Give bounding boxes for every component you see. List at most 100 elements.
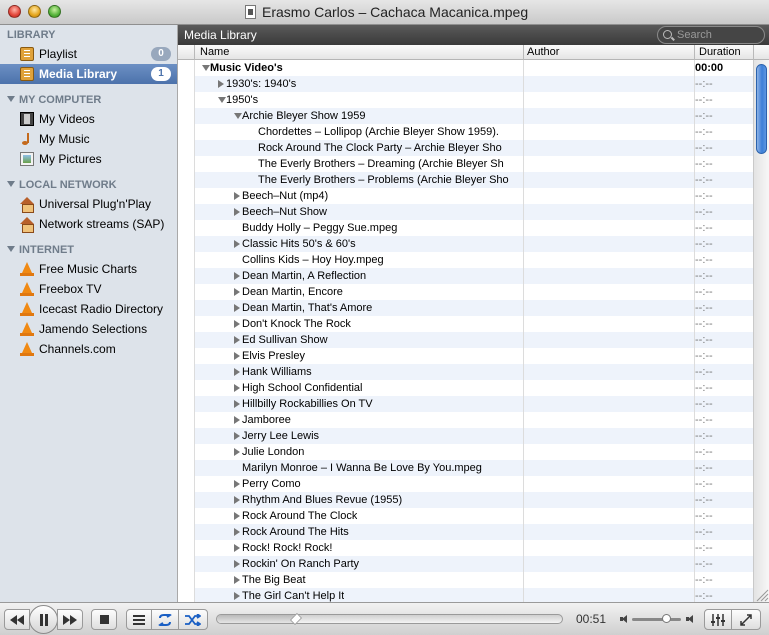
- table-row[interactable]: Chordettes – Lollipop (Archie Bleyer Sho…: [194, 124, 753, 140]
- table-row[interactable]: Perry Como --:--: [194, 476, 753, 492]
- sidebar-item-my-pictures[interactable]: My Pictures: [0, 149, 177, 169]
- disclosure-right-icon[interactable]: [234, 240, 240, 248]
- table-row[interactable]: Rhythm And Blues Revue (1955) --:--: [194, 492, 753, 508]
- table-row[interactable]: Ed Sullivan Show --:--: [194, 332, 753, 348]
- volume-low-icon[interactable]: [620, 615, 628, 623]
- search-input[interactable]: [677, 28, 759, 42]
- repeat-button[interactable]: [151, 609, 179, 630]
- table-row[interactable]: Don't Knock The Rock --:--: [194, 316, 753, 332]
- table-row[interactable]: Dean Martin, Encore --:--: [194, 284, 753, 300]
- shuffle-button[interactable]: [178, 609, 208, 630]
- column-divider[interactable]: [523, 45, 524, 60]
- section-header-my-computer[interactable]: MY COMPUTER: [7, 94, 101, 106]
- volume-slider[interactable]: [632, 614, 681, 623]
- column-header-name[interactable]: Name: [200, 46, 229, 58]
- play-pause-button[interactable]: [29, 605, 58, 634]
- disclosure-down-icon[interactable]: [202, 65, 210, 71]
- table-row[interactable]: The Everly Brothers – Dreaming (Archie B…: [194, 156, 753, 172]
- section-header-internet[interactable]: INTERNET: [7, 244, 74, 256]
- previous-button[interactable]: [4, 609, 30, 630]
- volume-high-icon[interactable]: [686, 614, 698, 624]
- table-row[interactable]: High School Confidential --:--: [194, 380, 753, 396]
- disclosure-right-icon[interactable]: [234, 480, 240, 488]
- disclosure-right-icon[interactable]: [234, 512, 240, 520]
- table-row[interactable]: Rock Around The Clock Party – Archie Ble…: [194, 140, 753, 156]
- table-row[interactable]: Jamboree --:--: [194, 412, 753, 428]
- playlist-toggle-button[interactable]: [126, 609, 152, 630]
- next-button[interactable]: [57, 609, 83, 630]
- close-window-button[interactable]: [8, 5, 21, 18]
- minimize-window-button[interactable]: [28, 5, 41, 18]
- equalizer-button[interactable]: [704, 609, 732, 630]
- table-row[interactable]: The Everly Brothers – Problems (Archie B…: [194, 172, 753, 188]
- disclosure-right-icon[interactable]: [234, 448, 240, 456]
- fullscreen-button[interactable]: [731, 609, 761, 630]
- table-row[interactable]: Rock Around The Hits --:--: [194, 524, 753, 540]
- disclosure-right-icon[interactable]: [234, 320, 240, 328]
- sidebar-item-playlist[interactable]: Playlist 0: [0, 44, 177, 64]
- search-box[interactable]: [657, 26, 765, 44]
- stop-button[interactable]: [91, 609, 117, 630]
- sidebar-item-icecast[interactable]: Icecast Radio Directory: [0, 299, 177, 319]
- disclosure-right-icon[interactable]: [234, 272, 240, 280]
- disclosure-right-icon[interactable]: [234, 192, 240, 200]
- sidebar-item-freebox-tv[interactable]: Freebox TV: [0, 279, 177, 299]
- column-header-author[interactable]: Author: [527, 46, 559, 58]
- table-row[interactable]: Classic Hits 50's & 60's --:--: [194, 236, 753, 252]
- scroll-thumb[interactable]: [756, 64, 767, 154]
- column-header-duration[interactable]: Duration: [699, 46, 741, 58]
- disclosure-right-icon[interactable]: [234, 352, 240, 360]
- table-row[interactable]: Beech–Nut Show --:--: [194, 204, 753, 220]
- table-row[interactable]: The Big Beat --:--: [194, 572, 753, 588]
- table-row[interactable]: Rock Around The Clock --:--: [194, 508, 753, 524]
- disclosure-right-icon[interactable]: [234, 384, 240, 392]
- disclosure-right-icon[interactable]: [234, 576, 240, 584]
- disclosure-right-icon[interactable]: [234, 560, 240, 568]
- table-row[interactable]: The Girl Can't Help It --:--: [194, 588, 753, 602]
- seek-slider[interactable]: [216, 613, 563, 625]
- table-row[interactable]: Collins Kids – Hoy Hoy.mpeg --:--: [194, 252, 753, 268]
- table-row[interactable]: 1930's: 1940's --:--: [194, 76, 753, 92]
- table-row[interactable]: Hank Williams --:--: [194, 364, 753, 380]
- disclosure-right-icon[interactable]: [234, 208, 240, 216]
- disclosure-right-icon[interactable]: [234, 528, 240, 536]
- resize-grip-icon[interactable]: [753, 586, 769, 602]
- disclosure-down-icon[interactable]: [218, 97, 226, 103]
- disclosure-right-icon[interactable]: [234, 368, 240, 376]
- table-row[interactable]: Archie Bleyer Show 1959 --:--: [194, 108, 753, 124]
- table-row[interactable]: Rockin' On Ranch Party --:--: [194, 556, 753, 572]
- disclosure-right-icon[interactable]: [234, 432, 240, 440]
- table-row[interactable]: Dean Martin, A Reflection --:--: [194, 268, 753, 284]
- sidebar-item-network-streams[interactable]: Network streams (SAP): [0, 214, 177, 234]
- sidebar-item-free-music-charts[interactable]: Free Music Charts: [0, 259, 177, 279]
- table-row[interactable]: Hillbilly Rockabillies On TV --:--: [194, 396, 753, 412]
- column-divider[interactable]: [694, 45, 695, 60]
- vertical-scrollbar[interactable]: [753, 60, 769, 602]
- table-row[interactable]: Music Video's 00:00: [194, 60, 753, 76]
- disclosure-right-icon[interactable]: [234, 304, 240, 312]
- disclosure-right-icon[interactable]: [234, 416, 240, 424]
- disclosure-right-icon[interactable]: [234, 544, 240, 552]
- disclosure-right-icon[interactable]: [234, 336, 240, 344]
- sidebar-item-upnp[interactable]: Universal Plug'n'Play: [0, 194, 177, 214]
- sidebar-item-channels[interactable]: Channels.com: [0, 339, 177, 359]
- zoom-window-button[interactable]: [48, 5, 61, 18]
- table-row[interactable]: 1950's --:--: [194, 92, 753, 108]
- table-row[interactable]: Beech–Nut (mp4) --:--: [194, 188, 753, 204]
- disclosure-right-icon[interactable]: [234, 400, 240, 408]
- table-row[interactable]: Marilyn Monroe – I Wanna Be Love By You.…: [194, 460, 753, 476]
- disclosure-down-icon[interactable]: [234, 113, 242, 119]
- section-header-local-network[interactable]: LOCAL NETWORK: [7, 179, 117, 191]
- sidebar-item-jamendo[interactable]: Jamendo Selections: [0, 319, 177, 339]
- table-row[interactable]: Buddy Holly – Peggy Sue.mpeg --:--: [194, 220, 753, 236]
- disclosure-right-icon[interactable]: [234, 592, 240, 600]
- table-row[interactable]: Julie London --:--: [194, 444, 753, 460]
- disclosure-right-icon[interactable]: [218, 80, 224, 88]
- table-row[interactable]: Dean Martin, That's Amore --:--: [194, 300, 753, 316]
- volume-knob[interactable]: [662, 614, 672, 623]
- disclosure-right-icon[interactable]: [234, 496, 240, 504]
- sidebar-item-my-music[interactable]: My Music: [0, 129, 177, 149]
- table-row[interactable]: Rock! Rock! Rock! --:--: [194, 540, 753, 556]
- sidebar-item-my-videos[interactable]: My Videos: [0, 109, 177, 129]
- sidebar-item-media-library[interactable]: Media Library 1: [0, 64, 177, 84]
